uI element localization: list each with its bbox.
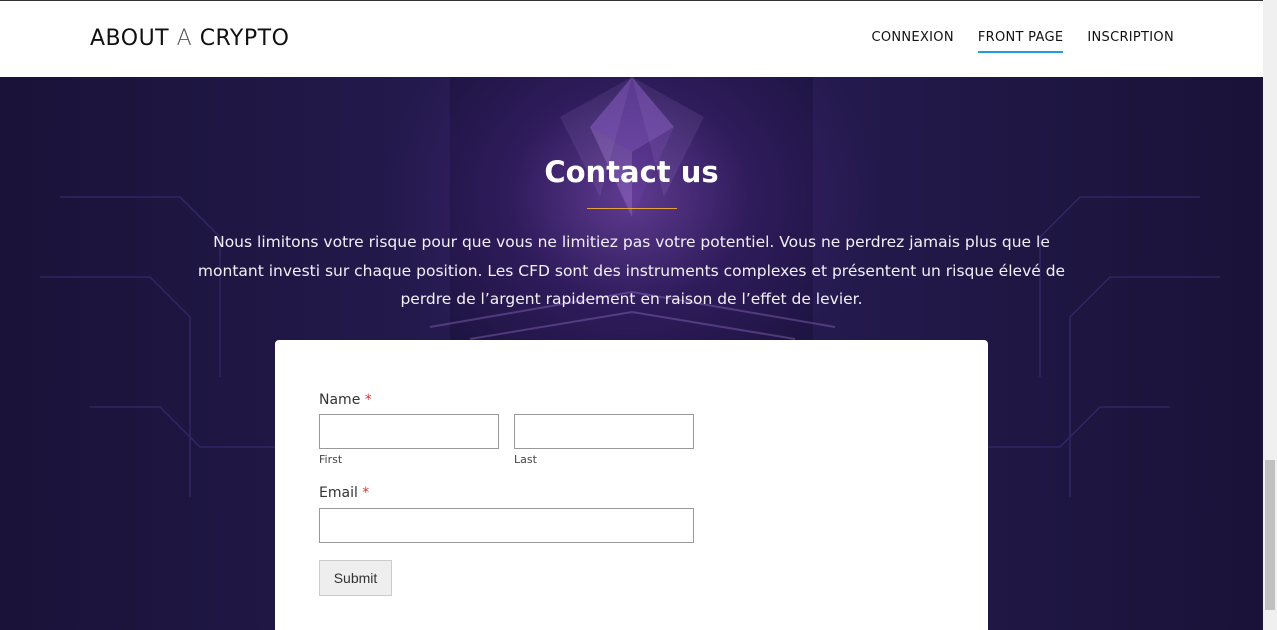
nav-item-front-page[interactable]: FRONT PAGE <box>977 30 1064 53</box>
email-label-text: Email <box>319 485 358 501</box>
site-header: ABOUT A CRYPTO CONNEXION FRONT PAGE INSC… <box>0 0 1263 77</box>
last-name-input[interactable] <box>514 414 694 449</box>
name-required-mark: * <box>364 392 372 408</box>
email-label: Email * <box>319 485 369 501</box>
submit-button[interactable]: Submit <box>319 560 392 596</box>
scrollbar-thumb[interactable] <box>1265 460 1275 610</box>
main-nav: CONNEXION FRONT PAGE INSCRIPTION <box>871 30 1174 53</box>
title-underline <box>587 208 677 209</box>
logo-word-crypto: CRYPTO <box>199 26 290 51</box>
name-label: Name * <box>319 392 372 408</box>
page-scrollbar[interactable] <box>1263 0 1277 630</box>
logo-word-about: ABOUT <box>90 26 170 51</box>
nav-item-connexion[interactable]: CONNEXION <box>871 30 953 53</box>
name-label-text: Name <box>319 392 361 408</box>
page-title: Contact us <box>544 155 719 189</box>
contact-form: Name * First Last Email * Submit <box>275 340 988 630</box>
email-input[interactable] <box>319 508 694 543</box>
last-sublabel: Last <box>514 453 537 466</box>
contact-hero: Contact us Nous limitons votre risque po… <box>0 77 1263 630</box>
intro-text: Nous limitons votre risque pour que vous… <box>197 233 1066 308</box>
logo-word-a: A <box>176 26 193 51</box>
first-sublabel: First <box>319 453 343 466</box>
email-required-mark: * <box>362 485 370 501</box>
site-logo[interactable]: ABOUT A CRYPTO <box>90 26 289 51</box>
first-name-input[interactable] <box>319 414 499 449</box>
nav-item-inscription[interactable]: INSCRIPTION <box>1087 30 1174 53</box>
